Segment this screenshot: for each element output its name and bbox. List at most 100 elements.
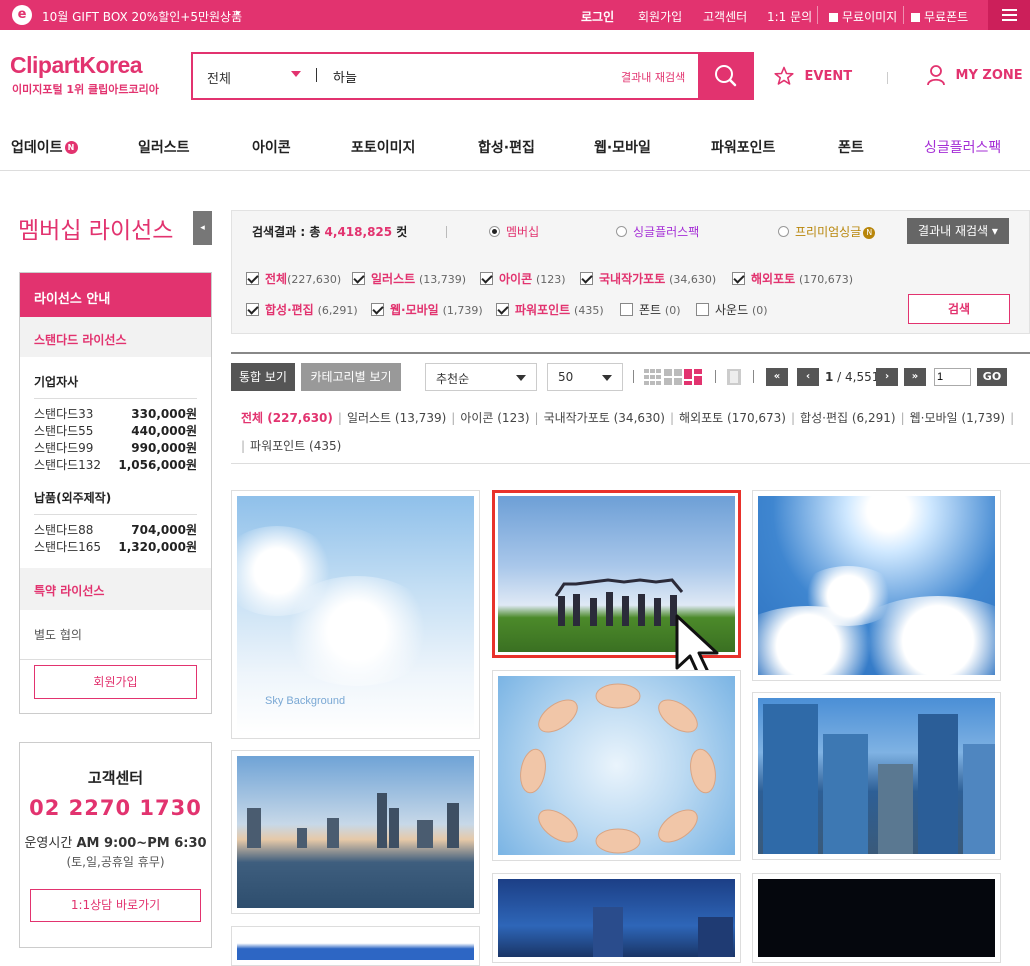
blue-image <box>237 932 474 960</box>
page-indicator: 1 / 4,551 <box>825 370 880 384</box>
check-sound[interactable]: 사운드 (0) <box>696 301 768 318</box>
category-link[interactable]: 아이콘 (123) <box>460 411 529 425</box>
star-icon <box>774 66 794 85</box>
event-link[interactable]: EVENT <box>774 66 852 86</box>
promo-arrow-icon: ▸ <box>236 8 241 18</box>
search-button[interactable] <box>698 54 752 98</box>
research-dropdown-button[interactable]: 결과내 재검색 ▾ <box>907 218 1009 244</box>
result-thumbnail[interactable]: Sky Background <box>231 490 480 739</box>
last-page-button[interactable]: » <box>904 368 926 386</box>
free-font-link[interactable]: 무료폰트 <box>911 8 968 25</box>
category-link[interactable]: 국내작가포토 (34,630) <box>544 411 665 425</box>
nav-web-mobile[interactable]: 웹·모바일 <box>594 137 651 157</box>
new-badge: N <box>863 227 876 239</box>
search-icon <box>715 65 737 87</box>
category-link[interactable]: 웹·모바일 (1,739) <box>910 411 1006 425</box>
chevron-down-icon[interactable] <box>291 71 301 77</box>
checkbox-icon <box>580 272 593 285</box>
nav-illust[interactable]: 일러스트 <box>138 137 190 157</box>
category-link[interactable]: 일러스트 (13,739) <box>347 411 446 425</box>
checkbox-icon <box>496 303 509 316</box>
nav-font[interactable]: 폰트 <box>838 137 864 157</box>
signup-link[interactable]: 회원가입 <box>638 8 682 25</box>
nav-icon[interactable]: 아이콘 <box>252 137 291 157</box>
nav-single-plus[interactable]: 싱글플러스팩 <box>924 137 1001 157</box>
check-font[interactable]: 폰트 (0) <box>620 301 681 318</box>
result-thumbnail[interactable] <box>231 750 480 914</box>
free-image-link[interactable]: 무료이미지 <box>829 8 897 25</box>
next-page-button[interactable]: › <box>876 368 898 386</box>
category-link[interactable]: 해외포토 (170,673) <box>679 411 786 425</box>
nav-composite[interactable]: 합성·편집 <box>478 137 535 157</box>
promo-banner[interactable]: 10월 GIFT BOX 20%할인+5만원상품 <box>42 8 242 25</box>
result-thumbnail[interactable] <box>752 490 1001 681</box>
license-row: 스탠다드88 704,000원 <box>34 523 197 537</box>
checkbox-icon <box>732 272 745 285</box>
radio-single-plus[interactable]: 싱글플러스팩 <box>616 223 699 240</box>
category-link[interactable]: 합성·편집 (6,291) <box>800 411 896 425</box>
radio-icon <box>616 226 627 237</box>
first-page-button[interactable]: « <box>766 368 788 386</box>
per-page-select[interactable]: 50 <box>547 363 623 391</box>
prev-page-button[interactable]: ‹ <box>797 368 819 386</box>
category-link[interactable]: 파워포인트 (435) <box>250 439 341 453</box>
group-title: 기업자사 <box>34 357 197 399</box>
inquiry-link[interactable]: 1:1 문의 <box>767 8 812 25</box>
checkbox-icon <box>696 303 709 316</box>
standard-license-title[interactable]: 스탠다드 라이선스 <box>20 317 211 357</box>
page-number-input[interactable] <box>934 368 971 386</box>
menu-button[interactable] <box>988 0 1030 30</box>
night-city-image <box>498 879 735 957</box>
check-web-mobile[interactable]: 웹·모바일 (1,739) <box>371 301 483 318</box>
nav-photo[interactable]: 포토이미지 <box>351 137 415 157</box>
sun-sky-image <box>758 496 995 675</box>
new-badge: N <box>64 141 78 154</box>
masonry-view-icon[interactable] <box>684 369 702 385</box>
check-domestic-photo[interactable]: 국내작가포토 (34,630) <box>580 270 716 287</box>
license-header: 라이선스 안내 <box>20 273 211 317</box>
go-button[interactable]: GO <box>977 368 1007 386</box>
check-icon[interactable]: 아이콘 (123) <box>480 270 566 287</box>
radio-premium-single[interactable]: 프리미엄싱글 N <box>778 223 876 240</box>
result-thumbnail[interactable] <box>492 873 741 963</box>
nav-update[interactable]: 업데이트 N <box>11 137 78 157</box>
research-toggle[interactable]: 결과내 재검색 <box>621 69 685 85</box>
result-thumbnail[interactable] <box>752 873 1001 963</box>
filter-search-button[interactable]: 검색 <box>908 294 1010 324</box>
consult-button[interactable]: 1:1상담 바로가기 <box>30 889 201 922</box>
e-logo-icon[interactable]: e <box>12 5 32 25</box>
license-panel: 라이선스 안내 스탠다드 라이선스 기업자사 스탠다드33 330,000원 스탠… <box>19 272 212 714</box>
result-toolbar: 통합 보기 카테고리별 보기 추천순 50 « ‹ 1 / 4,551 › » … <box>231 352 1030 392</box>
special-license-title[interactable]: 특약 라이선스 <box>20 568 211 610</box>
check-overseas-photo[interactable]: 해외포토 (170,673) <box>732 270 853 287</box>
grid-small-icon[interactable] <box>644 369 662 385</box>
check-powerpoint[interactable]: 파워포인트 (435) <box>496 301 604 318</box>
check-all[interactable]: 전체(227,630) <box>246 270 341 287</box>
customer-center-link[interactable]: 고객센터 <box>703 8 747 25</box>
divider <box>817 6 818 24</box>
sort-select[interactable]: 추천순 <box>425 363 537 391</box>
result-thumbnail[interactable] <box>752 692 1001 860</box>
nav-powerpoint[interactable]: 파워포인트 <box>711 137 775 157</box>
myzone-link[interactable]: MY ZONE <box>926 64 1023 86</box>
view-all-button[interactable]: 통합 보기 <box>231 363 295 391</box>
check-illust[interactable]: 일러스트 (13,739) <box>352 270 466 287</box>
site-logo[interactable]: ClipartKorea <box>10 52 143 79</box>
result-thumbnail[interactable] <box>231 926 480 966</box>
result-thumbnail[interactable] <box>492 670 741 861</box>
join-button[interactable]: 회원가입 <box>34 665 197 699</box>
city-towers-image <box>758 698 995 854</box>
search-input[interactable] <box>333 64 593 88</box>
search-scope-select[interactable]: 전체 <box>207 68 231 87</box>
login-link[interactable]: 로그인 <box>581 8 614 25</box>
grid-large-icon[interactable] <box>664 369 682 385</box>
radio-membership[interactable]: 멤버십 <box>489 223 539 240</box>
detail-view-icon[interactable] <box>725 369 743 385</box>
divider <box>903 6 904 24</box>
sky-background-image: Sky Background <box>237 496 474 733</box>
check-composite[interactable]: 합성·편집 (6,291) <box>246 301 358 318</box>
sidebar-collapse-button[interactable]: ◂ <box>193 211 212 245</box>
category-link-all[interactable]: 전체 (227,630) <box>241 411 333 425</box>
view-category-button[interactable]: 카테고리별 보기 <box>301 363 401 391</box>
filter-panel: 검색결과 : 총 4,418,825 컷 멤버십 싱글플러스팩 프리미엄싱글 N … <box>231 210 1030 334</box>
